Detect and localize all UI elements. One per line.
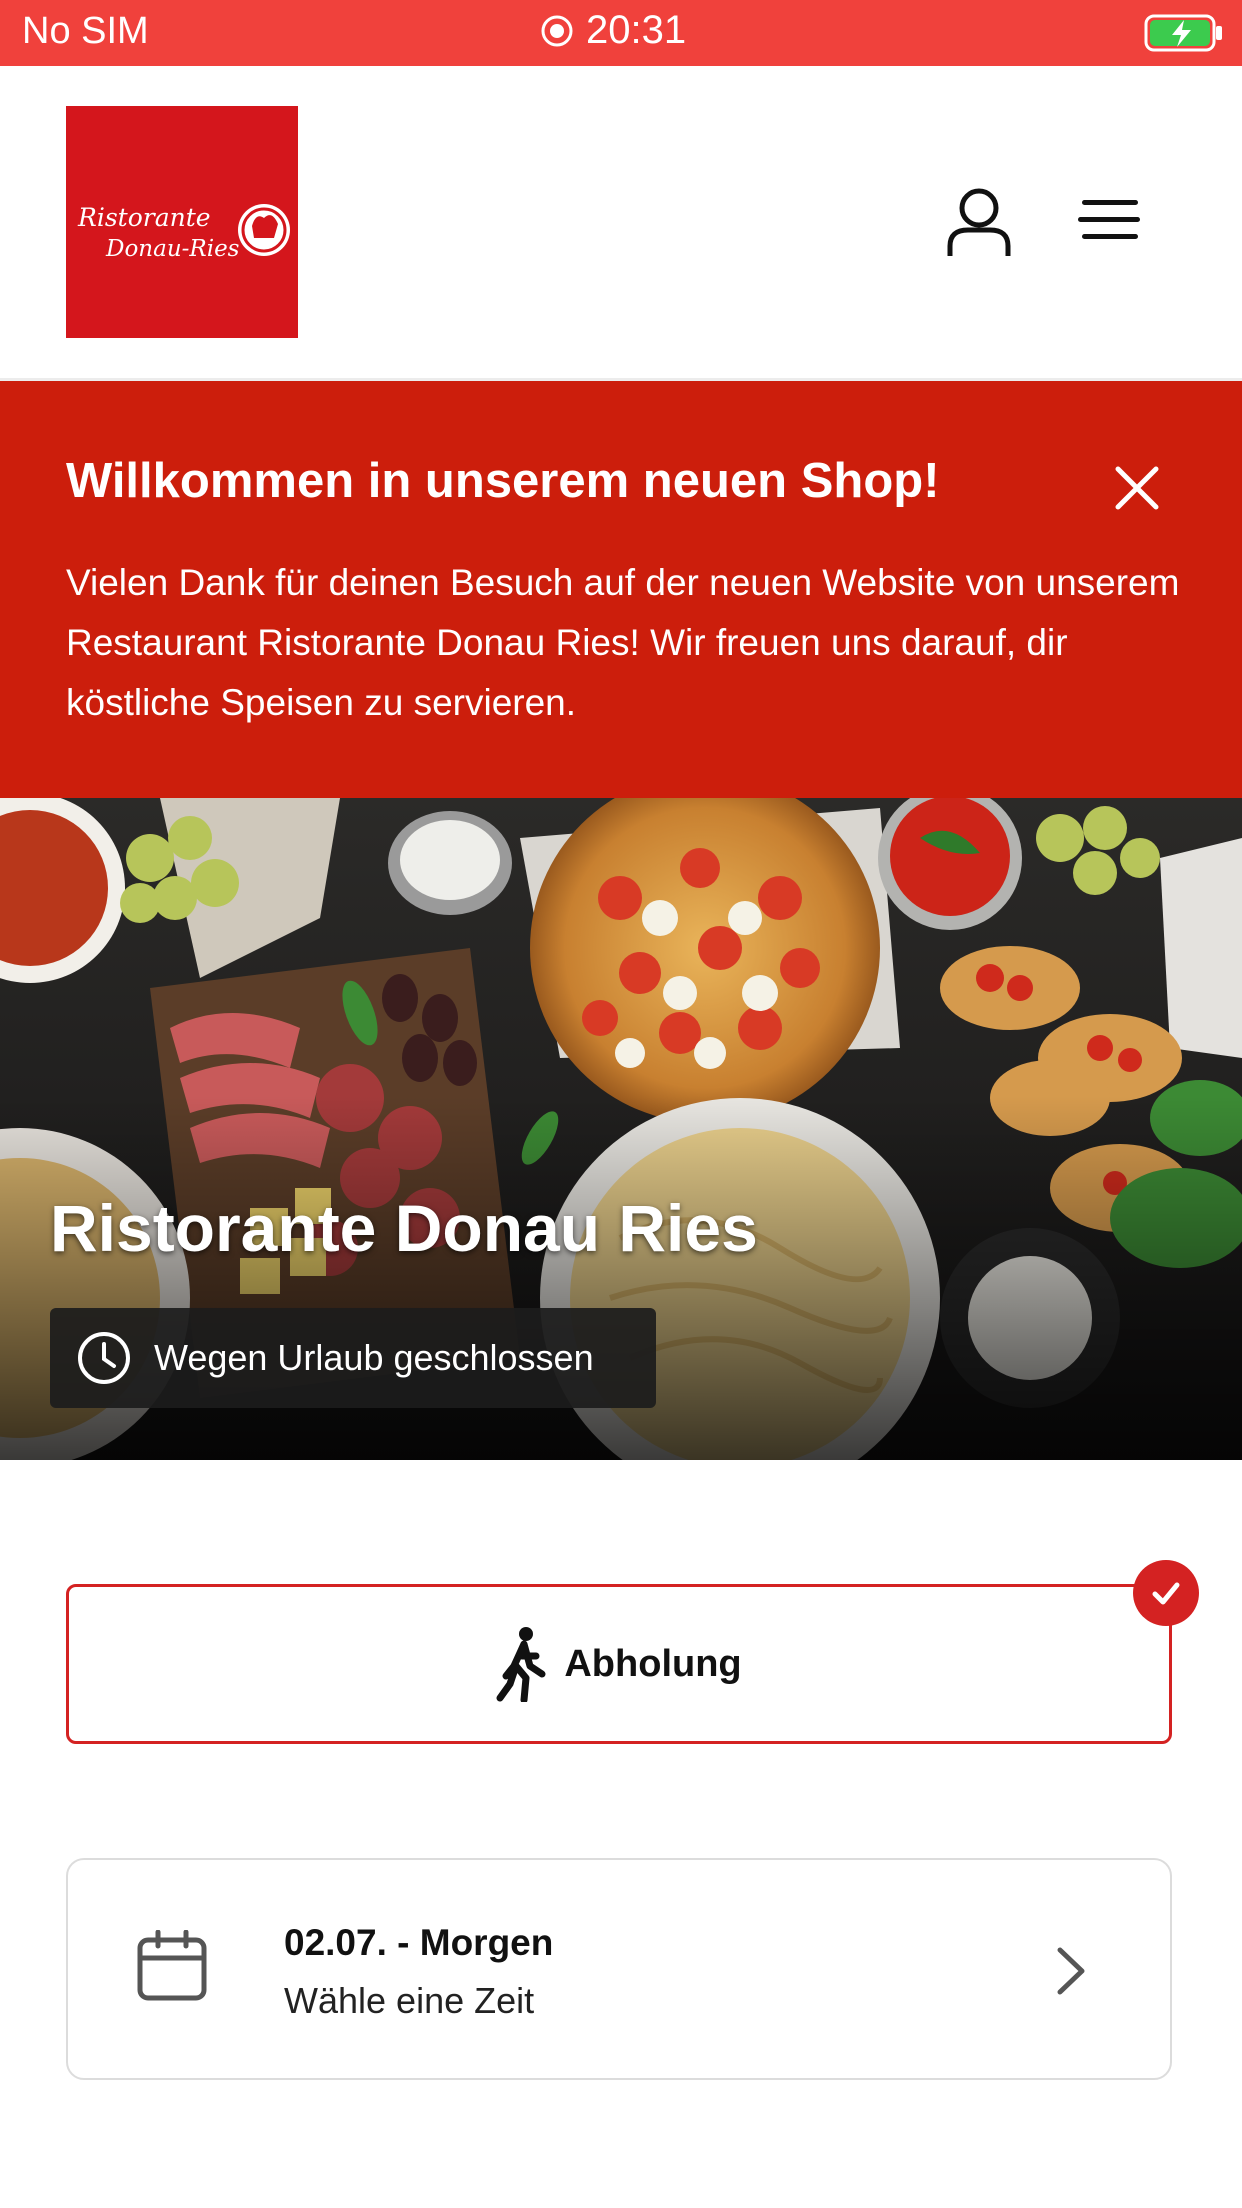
pickup-time-selector[interactable]: 02.07. - Morgen Wähle eine Zeit bbox=[66, 1858, 1172, 2080]
location-icon bbox=[541, 15, 573, 46]
site-header: Ristorante Donau-Ries bbox=[0, 66, 1242, 381]
opening-status-text: Wegen Urlaub geschlossen bbox=[154, 1337, 594, 1378]
clock-icon bbox=[78, 1332, 130, 1384]
close-icon[interactable] bbox=[1112, 463, 1162, 513]
user-icon[interactable] bbox=[944, 186, 1014, 258]
pickup-option-label: Abholung bbox=[564, 1642, 742, 1685]
opening-status-badge: Wegen Urlaub geschlossen bbox=[50, 1308, 656, 1408]
chevron-right-icon bbox=[1057, 1947, 1085, 1995]
status-center: 20:31 bbox=[540, 8, 686, 53]
calendar-icon bbox=[137, 1930, 207, 2001]
menu-icon[interactable] bbox=[1078, 196, 1140, 244]
banner-message: Vielen Dank für deinen Besuch auf der ne… bbox=[66, 562, 1180, 723]
carrier-label: No SIM bbox=[22, 10, 149, 52]
selected-check-icon bbox=[1133, 1560, 1199, 1626]
logo-text-line2: Donau-Ries bbox=[105, 236, 240, 262]
logo-graphic: Ristorante Donau-Ries bbox=[66, 106, 298, 338]
battery-charging-icon bbox=[1144, 14, 1222, 52]
welcome-banner: Willkommen in unserem neuen Shop! Vielen… bbox=[0, 381, 1242, 798]
restaurant-logo[interactable]: Ristorante Donau-Ries bbox=[66, 106, 298, 338]
choose-time-prompt: Wähle eine Zeit bbox=[284, 1980, 535, 2021]
selected-date: 02.07. - Morgen bbox=[284, 1922, 554, 1963]
clock-time: 20:31 bbox=[586, 8, 687, 52]
status-bar: No SIM 20:31 bbox=[0, 0, 1242, 66]
logo-text-line1: Ristorante bbox=[77, 203, 211, 232]
restaurant-name: Ristorante Donau Ries bbox=[50, 1191, 758, 1265]
hero-image: Ristorante Donau Ries Wegen Urlaub gesch… bbox=[0, 798, 1242, 1460]
walking-person-icon bbox=[496, 1627, 546, 1702]
banner-title: Willkommen in unserem neuen Shop! bbox=[66, 454, 940, 508]
pickup-option-button[interactable]: Abholung bbox=[66, 1584, 1172, 1744]
